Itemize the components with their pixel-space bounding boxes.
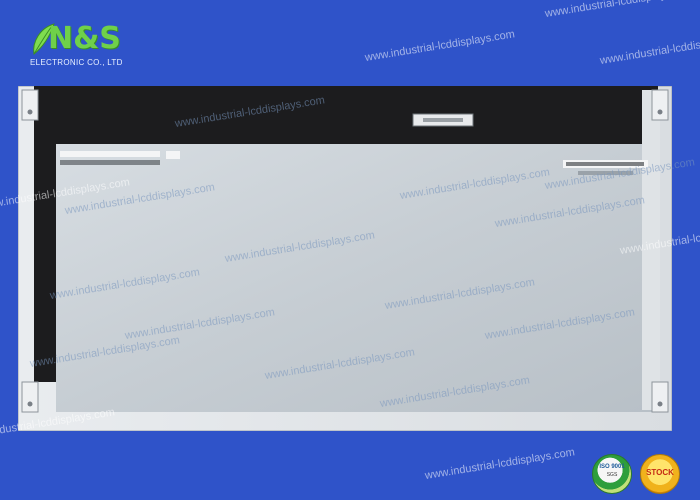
screw-hole xyxy=(27,109,33,115)
watermark: www.industrial-lcddisplays.com xyxy=(599,31,700,67)
certification-badges: ISO 9001 SGS STOCK xyxy=(592,454,692,494)
lcd-panel xyxy=(18,86,672,431)
logo-text: N&S xyxy=(48,21,121,56)
screw-hole xyxy=(657,109,663,115)
logo-subtitle: ELECTRONIC CO., LTD xyxy=(30,58,123,67)
product-photo: N&S ELECTRONIC CO., LTD www.industrial-l… xyxy=(0,0,700,500)
label-left xyxy=(60,151,160,157)
label-small xyxy=(166,151,180,159)
iso-badge: ISO 9001 SGS xyxy=(592,454,632,494)
watermark: www.industrial-lcddisplays.com xyxy=(364,28,516,64)
barcode-right xyxy=(566,162,644,166)
connector-pin xyxy=(423,118,463,122)
right-edge xyxy=(642,90,660,410)
back-cover xyxy=(56,144,656,412)
iso-badge-title: ISO 9001 xyxy=(599,464,625,470)
screw-hole xyxy=(657,401,663,407)
lcd-panel-drawing xyxy=(18,86,672,431)
screw-hole xyxy=(27,401,33,407)
barcode-left xyxy=(60,160,160,165)
label-right-sub xyxy=(578,171,633,175)
mount-tab-top-left xyxy=(21,89,39,121)
stock-badge: STOCK xyxy=(640,454,680,494)
mount-tab-bottom-right xyxy=(651,381,669,413)
mount-tab-bottom-left xyxy=(21,381,39,413)
mount-tab-top-right xyxy=(651,89,669,121)
stock-badge-title: STOCK xyxy=(646,468,674,477)
company-logo: N&S ELECTRONIC CO., LTD xyxy=(22,22,142,82)
watermark: www.industrial-lcddisplays.com xyxy=(544,0,696,20)
top-bezel xyxy=(34,86,658,146)
iso-badge-sub: SGS xyxy=(606,472,618,478)
watermark: www.industrial-lcddisplays.com xyxy=(424,446,576,482)
